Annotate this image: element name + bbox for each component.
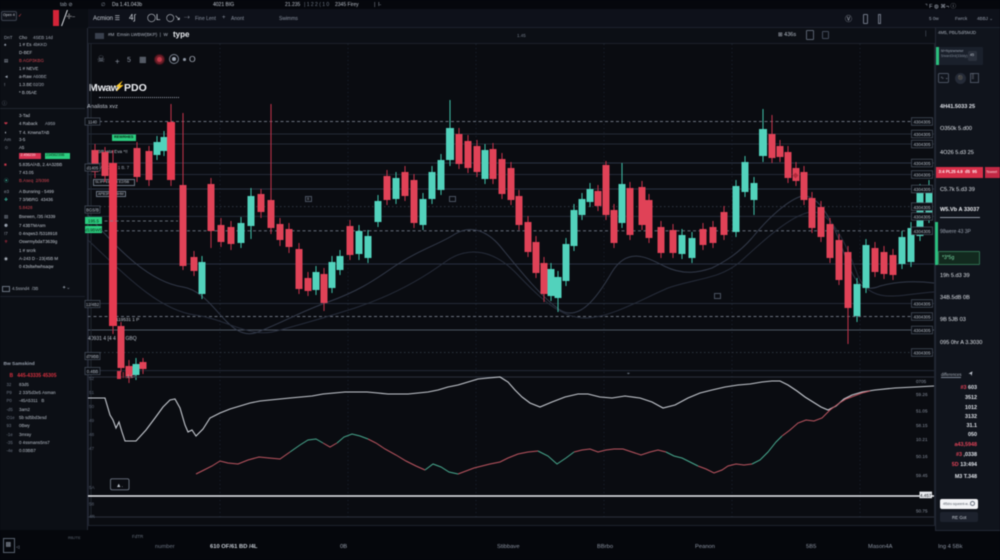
svg-text:4304305: 4304305: [913, 315, 931, 320]
svg-text:d79BB: d79BB: [86, 354, 99, 359]
svg-text:4.457: 4.457: [920, 493, 932, 498]
svg-text:4304305: 4304305: [913, 161, 931, 166]
svg-text:4304305: 4304305: [913, 187, 931, 192]
svg-text:1 C!: 1 C!: [127, 374, 135, 379]
svg-text:195.5: 195.5: [88, 219, 100, 224]
svg-text:4304305: 4304305: [913, 215, 931, 220]
svg-text:4304305: 4304305: [913, 302, 931, 307]
svg-text:4304305: 4304305: [913, 229, 931, 234]
svg-text:0.4BB: 0.4BB: [87, 369, 99, 374]
svg-text:0705: 0705: [916, 379, 927, 384]
svg-text:50: 50: [89, 404, 95, 409]
svg-text:48: 48: [89, 432, 95, 437]
svg-text:51.05: 51.05: [916, 409, 928, 414]
svg-text:10.21: 10.21: [916, 437, 928, 442]
svg-text:d1405: d1405: [87, 166, 99, 171]
svg-text:1140: 1140: [88, 120, 98, 125]
svg-text:▲.: ▲.: [116, 483, 123, 489]
svg-text:59.45: 59.45: [916, 473, 928, 478]
svg-text:59.26: 59.26: [916, 392, 928, 397]
svg-text:4304305: 4304305: [913, 173, 931, 178]
svg-text:58: 58: [89, 502, 95, 507]
svg-text:58.15: 58.15: [916, 423, 928, 428]
svg-text:49: 49: [89, 418, 95, 423]
svg-text:12/4B2: 12/4B2: [86, 302, 100, 307]
svg-text:4304305: 4304305: [913, 132, 931, 137]
svg-text:51: 51: [89, 390, 95, 395]
svg-text:4304305: 4304305: [913, 120, 931, 125]
svg-text:5A: 5A: [89, 485, 96, 490]
svg-text:50.16: 50.16: [916, 454, 928, 459]
svg-text:4304305: 4304305: [913, 205, 931, 210]
svg-text:4304305: 4304305: [913, 328, 931, 333]
svg-text:4304305: 4304305: [913, 142, 931, 147]
svg-text:BGS/B: BGS/B: [86, 208, 99, 213]
svg-text:4R: 4R: [89, 514, 96, 519]
svg-text:4304305: 4304305: [913, 351, 931, 356]
svg-text:52: 52: [89, 376, 95, 381]
svg-text:50.75: 50.75: [916, 509, 928, 514]
svg-text:d19BW5: d19BW5: [85, 228, 102, 233]
svg-text:47: 47: [89, 446, 95, 451]
